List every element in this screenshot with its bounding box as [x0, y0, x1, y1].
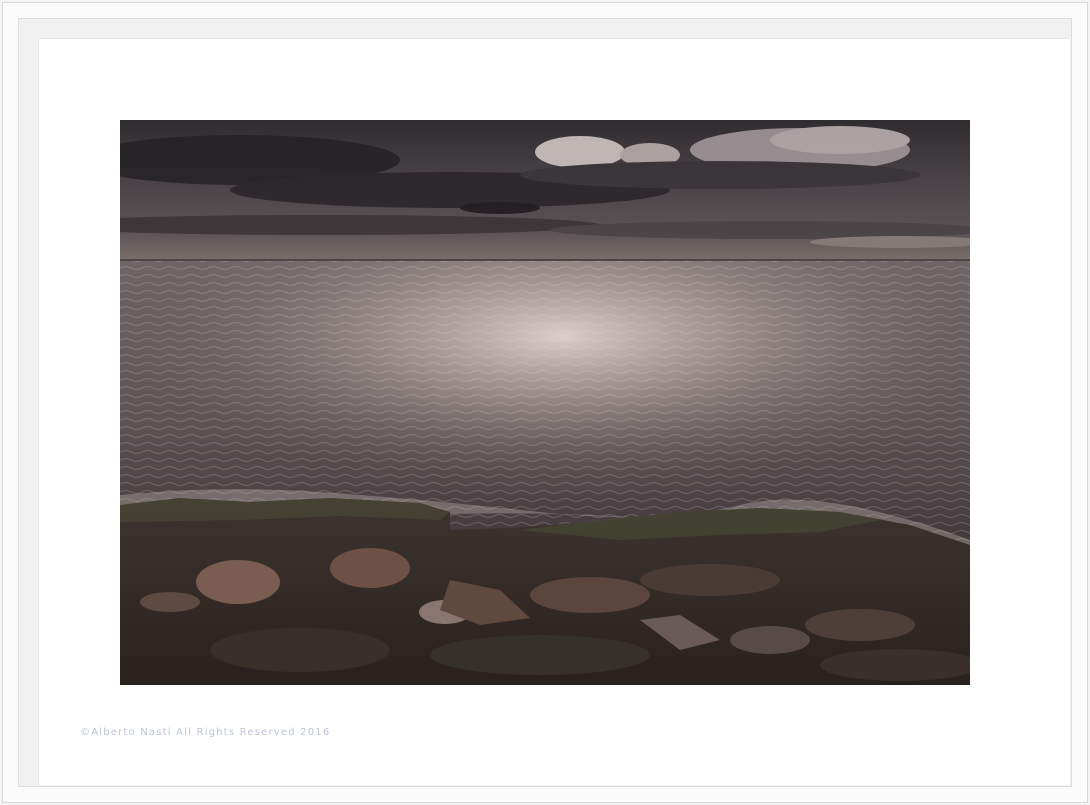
copyright-caption: ©Alberto Nasti All Rights Reserved 2016 [80, 727, 331, 738]
horizon [120, 259, 970, 261]
landscape-photo [120, 120, 970, 685]
rocky-shore [120, 498, 970, 685]
picture-frame: ©Alberto Nasti All Rights Reserved 2016 [0, 0, 1090, 805]
